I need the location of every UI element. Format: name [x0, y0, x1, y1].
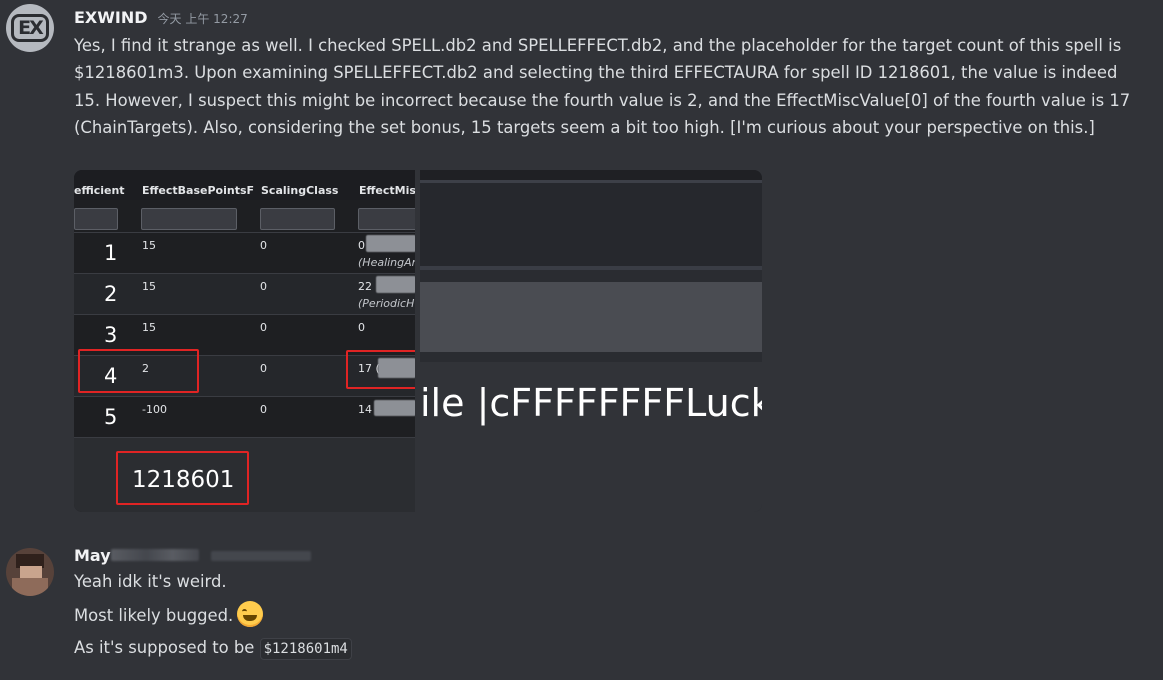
- message-text: Yes, I find it strange as well. I checke…: [74, 36, 1131, 137]
- band: [420, 183, 762, 266]
- avatar-pixel: [12, 578, 48, 596]
- redacted-blur: [366, 235, 415, 252]
- redacted-timestamp: [210, 551, 311, 561]
- filter-input: [260, 208, 335, 230]
- scaling-cell: 0: [260, 321, 267, 334]
- base-points-cell: 15: [142, 321, 156, 334]
- inline-code: $1218601m4: [259, 638, 352, 660]
- line-text: As it's supposed to be: [74, 638, 255, 657]
- misc-cell: 0: [358, 321, 365, 334]
- row-number: 2: [104, 282, 118, 306]
- scaling-cell: 0: [260, 362, 267, 375]
- highlight-box: [346, 350, 415, 389]
- misc-sub-cell: (HealingAr: [358, 256, 415, 269]
- line-text: Most likely bugged.: [74, 606, 234, 625]
- row-number: 5: [104, 405, 118, 429]
- column-header: EffectMisc: [359, 184, 415, 197]
- username[interactable]: May: [74, 546, 111, 565]
- highlight-box: [78, 349, 199, 393]
- misc-cell: 14: [358, 403, 372, 416]
- spell-id-label: 1218601: [132, 467, 235, 493]
- filter-input: [358, 208, 415, 230]
- timestamp: 今天 上午 12:27: [157, 12, 248, 26]
- spelleffect-table-screenshot: efficient EffectBasePointsF ScalingClass…: [74, 170, 415, 512]
- base-points-cell: 15: [142, 280, 156, 293]
- user-avatar[interactable]: [6, 548, 54, 596]
- table-row: 2 15 0 22 (PeriodicH: [74, 273, 415, 314]
- image-attachment[interactable]: efficient EffectBasePointsF ScalingClass…: [74, 170, 762, 512]
- band: [420, 270, 762, 282]
- message-line: Most likely bugged.: [74, 601, 1144, 629]
- redacted-blur: [374, 400, 415, 416]
- misc-cell: 22: [358, 280, 372, 293]
- base-points-cell: -100: [142, 403, 167, 416]
- message-header: EXWIND 今天 上午 12:27: [74, 8, 248, 27]
- username[interactable]: EXWIND: [74, 8, 148, 27]
- redacted-blur: [376, 276, 415, 293]
- ex-logo-icon: EX: [11, 14, 49, 42]
- row-number: 1: [104, 241, 118, 265]
- column-header: efficient: [74, 184, 125, 197]
- line-text: Yeah idk it's weird.: [74, 572, 227, 591]
- column-header: EffectBasePointsF: [142, 184, 255, 197]
- table-row: 1 15 0 0 (HealingAr: [74, 232, 415, 273]
- filter-input: [74, 208, 118, 230]
- message-line: As it's supposed to be $1218601m4: [74, 634, 1144, 663]
- row-number: 3: [104, 323, 118, 347]
- message-line: Yeah idk it's weird.: [74, 568, 1144, 595]
- band: [420, 352, 762, 362]
- redacted-username: [110, 549, 199, 561]
- band: [420, 170, 762, 180]
- column-header: ScalingClass: [261, 184, 339, 197]
- grinning-face-emoji[interactable]: [237, 601, 264, 627]
- misc-cell: 0: [358, 239, 365, 252]
- user-avatar[interactable]: EX: [6, 4, 54, 52]
- table-header: efficient EffectBasePointsF ScalingClass…: [74, 170, 415, 200]
- table-row: 5 -100 0 14: [74, 396, 415, 437]
- message-header: May: [74, 546, 311, 565]
- scaling-cell: 0: [260, 280, 267, 293]
- scaling-cell: 0: [260, 403, 267, 416]
- misc-sub-cell: (PeriodicH: [358, 297, 415, 310]
- game-text-screenshot: ile |cFFFFFFFFLuck o: [420, 170, 762, 512]
- game-text: ile |cFFFFFFFFLuck o: [420, 381, 762, 425]
- band: [420, 282, 762, 352]
- base-points-cell: 15: [142, 239, 156, 252]
- scaling-cell: 0: [260, 239, 267, 252]
- filter-input: [141, 208, 237, 230]
